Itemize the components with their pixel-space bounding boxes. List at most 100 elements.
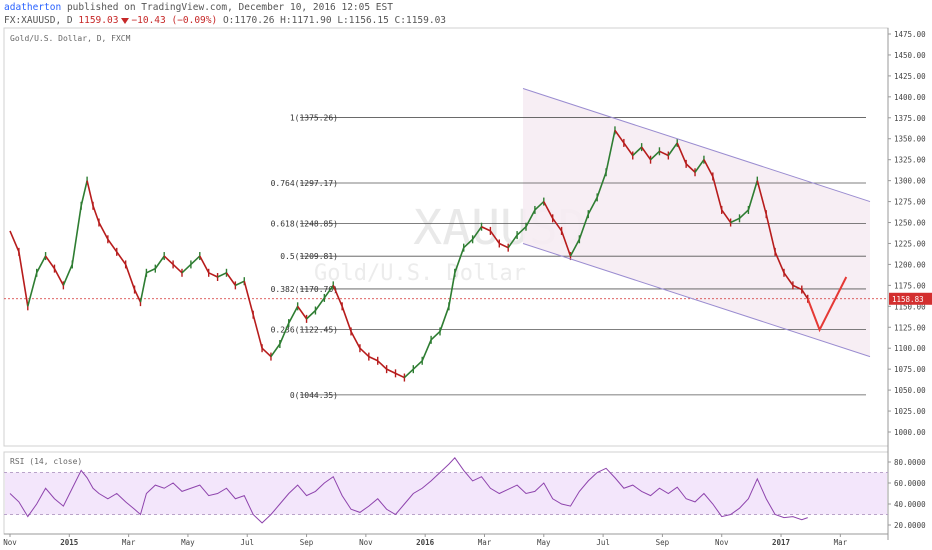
fib-level-label: 0.764(1297.17) <box>271 179 338 188</box>
price-segment <box>107 238 118 253</box>
price-segment <box>314 297 325 311</box>
y-tick-label: 1225.00 <box>894 239 926 248</box>
y-tick-label: 1275.00 <box>894 198 926 207</box>
price-segment <box>35 255 47 274</box>
y-tick-label: 1300.00 <box>894 177 926 186</box>
main-pane-label: Gold/U.S. Dollar, D, FXCM <box>10 34 131 43</box>
price-segment <box>62 264 74 286</box>
price-segment <box>430 330 441 341</box>
price-segment <box>80 180 88 206</box>
price-segment <box>163 255 174 266</box>
fib-level-label: 0(1044.35) <box>290 391 338 400</box>
price-segment <box>350 331 361 349</box>
price-segment <box>190 255 201 266</box>
rsi-y-tick-label: 40.0000 <box>894 500 926 509</box>
price-segment <box>181 263 192 274</box>
price-segment <box>98 222 109 240</box>
price-segment <box>172 263 183 274</box>
price-segment <box>44 255 56 270</box>
price-segment <box>261 347 272 358</box>
fib-level-label: 0.618(1248.85) <box>271 219 338 228</box>
fib-level-label: 1(1375.26) <box>290 114 338 123</box>
y-tick-label: 1475.00 <box>894 30 926 39</box>
rsi-band-fill <box>5 472 887 515</box>
price-segment <box>359 347 370 358</box>
price-segment <box>235 280 245 287</box>
price-segment <box>306 309 316 320</box>
y-tick-label: 1000.00 <box>894 428 926 437</box>
tradingview-chart-window: adatherton published on TradingView.com,… <box>0 0 932 550</box>
x-tick-label: Jul <box>596 538 610 547</box>
price-segment <box>18 251 29 307</box>
y-tick-label: 1400.00 <box>894 93 926 102</box>
x-tick-label: Mar <box>122 538 136 547</box>
x-tick-label: Nov <box>715 538 729 547</box>
y-tick-label: 1325.00 <box>894 156 926 165</box>
price-segment <box>71 205 82 265</box>
rsi-y-tick-label: 60.0000 <box>894 479 926 488</box>
price-segment <box>199 255 210 274</box>
price-segment <box>9 230 20 253</box>
price-segment <box>86 180 94 206</box>
rsi-y-tick-label: 80.0000 <box>894 458 926 467</box>
price-segment <box>270 343 281 358</box>
price-segment <box>208 272 218 278</box>
x-tick-label: 2015 <box>60 538 78 547</box>
fib-level-label: 0.236(1122.45) <box>271 325 338 334</box>
x-tick-label: 2017 <box>772 538 790 547</box>
x-tick-label: Nov <box>359 538 373 547</box>
price-segment <box>139 272 148 303</box>
price-segment <box>412 360 423 370</box>
price-segment <box>403 368 414 379</box>
rsi-pane-label: RSI (14, close) <box>10 457 82 466</box>
current-price-label: 1158.83 <box>892 295 924 304</box>
y-tick-label: 1450.00 <box>894 51 926 60</box>
price-segment <box>377 360 388 370</box>
x-tick-label: May <box>181 538 195 547</box>
y-tick-label: 1250.00 <box>894 219 926 228</box>
price-segment <box>439 306 450 332</box>
price-segment <box>243 280 254 315</box>
price-chart-svg[interactable]: Gold/U.S. Dollar, D, FXCMXAUUSDGold/U.S.… <box>0 0 932 550</box>
y-tick-label: 1350.00 <box>894 135 926 144</box>
y-tick-label: 1100.00 <box>894 344 926 353</box>
price-segment <box>92 205 100 223</box>
price-segment <box>53 268 65 286</box>
y-tick-label: 1200.00 <box>894 260 926 269</box>
y-tick-label: 1025.00 <box>894 407 926 416</box>
price-segment <box>27 272 38 307</box>
y-tick-label: 1125.00 <box>894 323 926 332</box>
price-segment <box>297 305 308 320</box>
price-segment <box>252 314 263 349</box>
y-tick-label: 1175.00 <box>894 281 926 290</box>
price-segment <box>288 305 299 324</box>
price-segment <box>217 272 227 278</box>
price-segment <box>421 339 432 362</box>
y-tick-label: 1425.00 <box>894 72 926 81</box>
price-segment <box>386 368 396 375</box>
price-segment <box>225 272 237 286</box>
price-segment <box>116 251 127 265</box>
x-tick-label: Mar <box>478 538 492 547</box>
y-tick-label: 1050.00 <box>894 386 926 395</box>
x-tick-label: Sep <box>300 538 314 547</box>
y-tick-label: 1375.00 <box>894 114 926 123</box>
price-segment <box>154 255 165 270</box>
x-tick-label: Mar <box>834 538 848 547</box>
x-tick-label: Nov <box>3 538 17 547</box>
y-tick-label: 1075.00 <box>894 365 926 374</box>
price-segment <box>124 264 136 290</box>
price-segment <box>133 289 142 303</box>
price-segment <box>368 355 379 362</box>
x-tick-label: Sep <box>656 538 670 547</box>
x-tick-label: May <box>537 538 551 547</box>
price-segment <box>341 306 352 332</box>
channel-shaded-region <box>523 88 870 357</box>
x-tick-label: Jul <box>240 538 254 547</box>
fib-level-label: 0.5(1209.81) <box>280 252 338 261</box>
x-tick-label: 2016 <box>416 538 435 547</box>
rsi-y-tick-label: 20.0000 <box>894 521 926 530</box>
price-segment <box>395 372 405 379</box>
watermark-name: Gold/U.S. Dollar <box>314 261 526 286</box>
price-segment <box>146 267 156 274</box>
